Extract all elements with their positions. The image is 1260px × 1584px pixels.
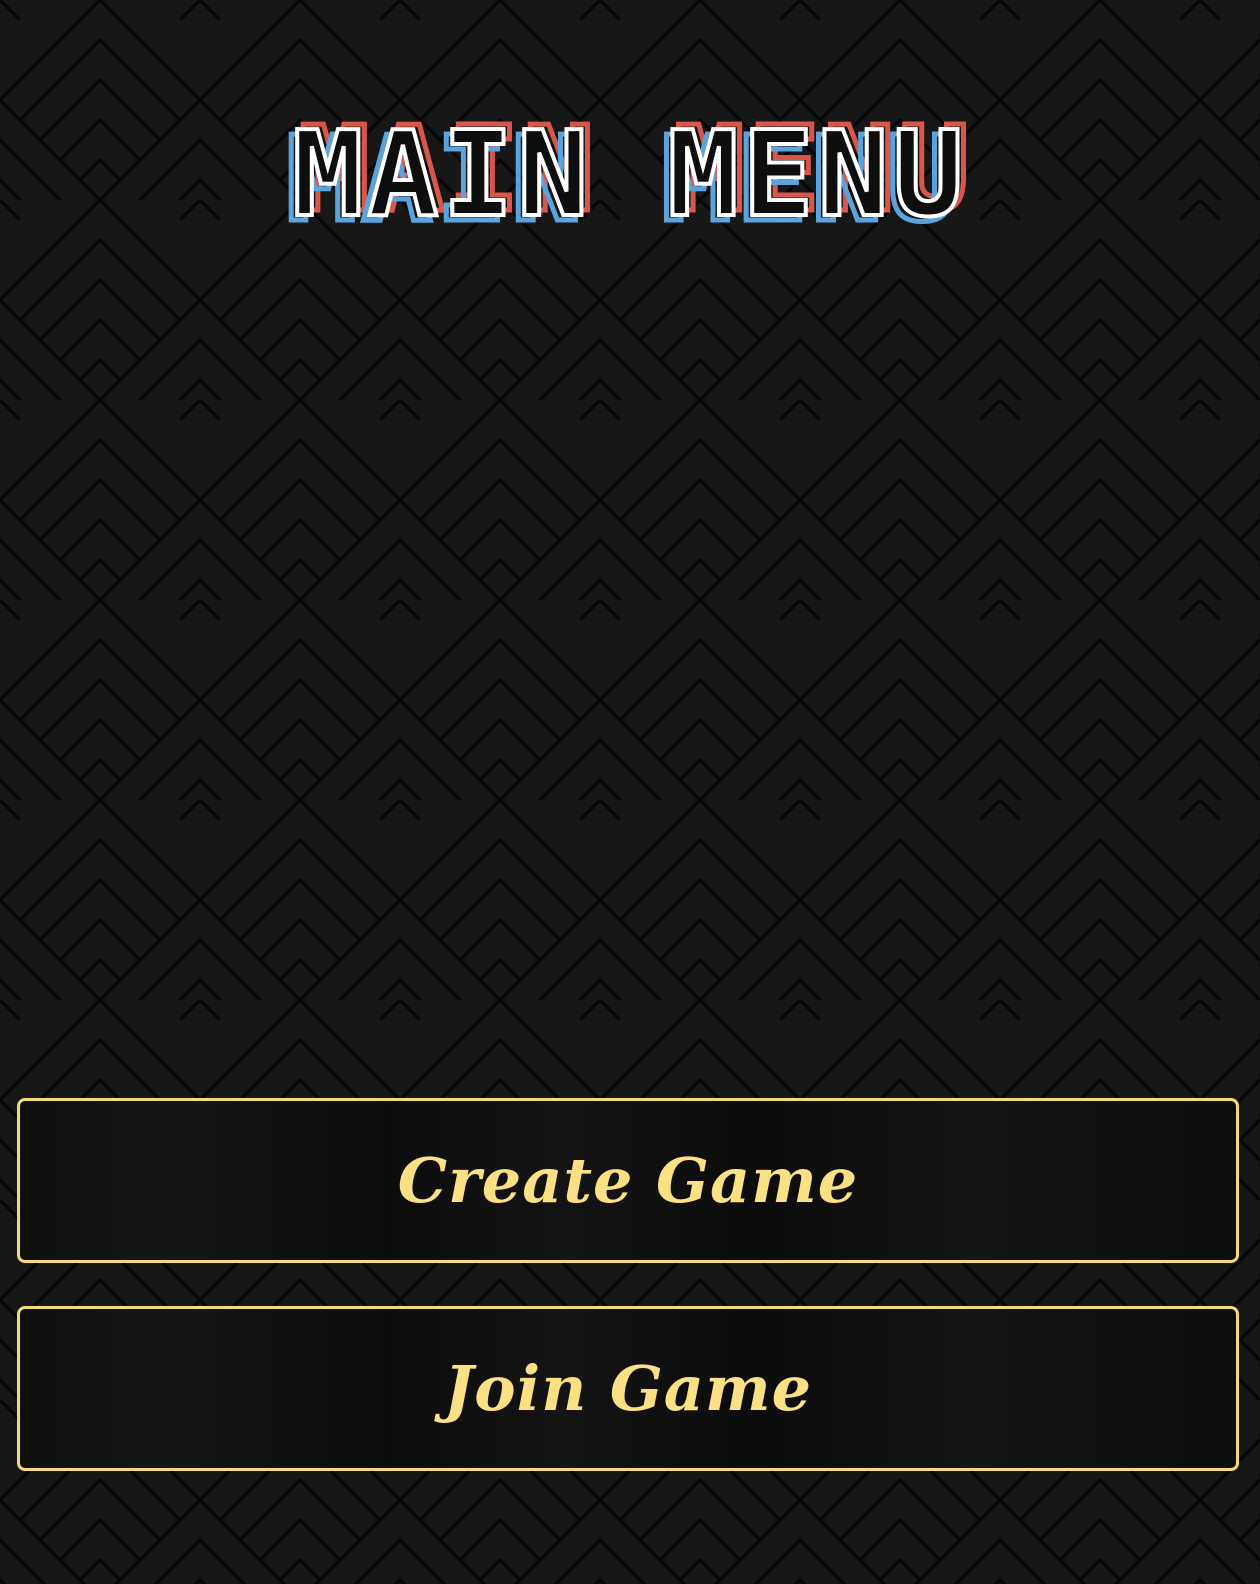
title-text: MAIN MENU: [292, 105, 967, 243]
main-menu-title: MAIN MENU MAIN MENU MAIN MENU: [284, 104, 972, 244]
join-game-button[interactable]: Join Game: [17, 1306, 1239, 1471]
create-game-label: Create Game: [397, 1144, 859, 1217]
join-game-label: Join Game: [443, 1352, 813, 1425]
create-game-button[interactable]: Create Game: [17, 1098, 1239, 1263]
